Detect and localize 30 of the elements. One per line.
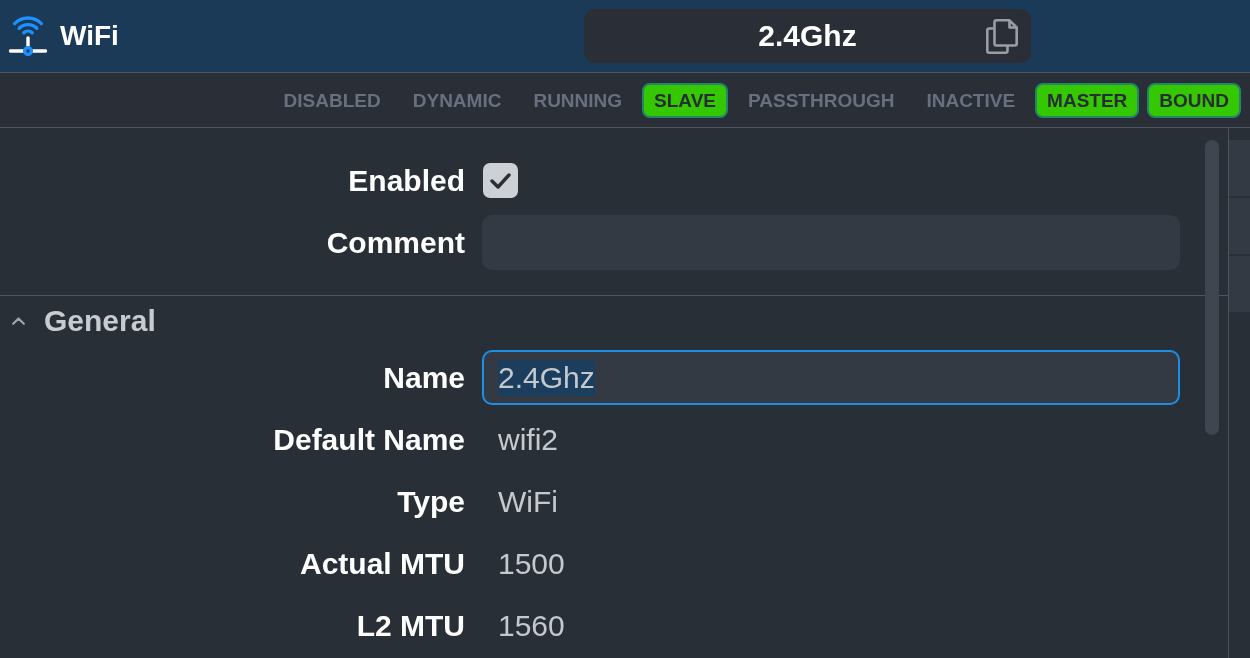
text-field[interactable]: 2.4Ghz — [482, 350, 1180, 405]
side-tab[interactable] — [1229, 198, 1250, 254]
checkbox[interactable] — [483, 163, 518, 198]
status-label: PASSTHROUGH — [747, 88, 896, 113]
field-value: 1500 — [497, 546, 565, 581]
field-value: wifi2 — [497, 422, 558, 457]
field-label: Enabled — [348, 163, 465, 198]
wifi-icon — [9, 16, 47, 56]
field-label: L2 MTU — [356, 608, 465, 643]
status-badge: SLAVE — [642, 82, 728, 118]
side-tab[interactable] — [1229, 140, 1250, 196]
copy-icon[interactable] — [986, 18, 1018, 54]
field-label: Type — [397, 484, 465, 519]
app-title: WiFi — [60, 20, 119, 52]
field-value: 1560 — [497, 608, 565, 643]
status-label: DYNAMIC — [411, 88, 503, 113]
record-title: 2.4Ghz — [758, 19, 857, 53]
status-label: DISABLED — [282, 88, 382, 113]
status-label: INACTIVE — [925, 88, 1017, 113]
field-label: Comment — [326, 225, 465, 260]
status-badge: BOUND — [1147, 82, 1241, 118]
scrollbar-thumb[interactable] — [1205, 140, 1219, 435]
status-label: RUNNING — [532, 88, 624, 113]
status-badge: MASTER — [1035, 82, 1140, 118]
field-label: Default Name — [273, 422, 465, 457]
field-value: WiFi — [497, 484, 558, 519]
section-toggle[interactable]: General — [0, 296, 160, 346]
field-label: Name — [383, 360, 465, 395]
side-tab[interactable] — [1229, 256, 1250, 312]
field-label: Actual MTU — [300, 546, 465, 581]
